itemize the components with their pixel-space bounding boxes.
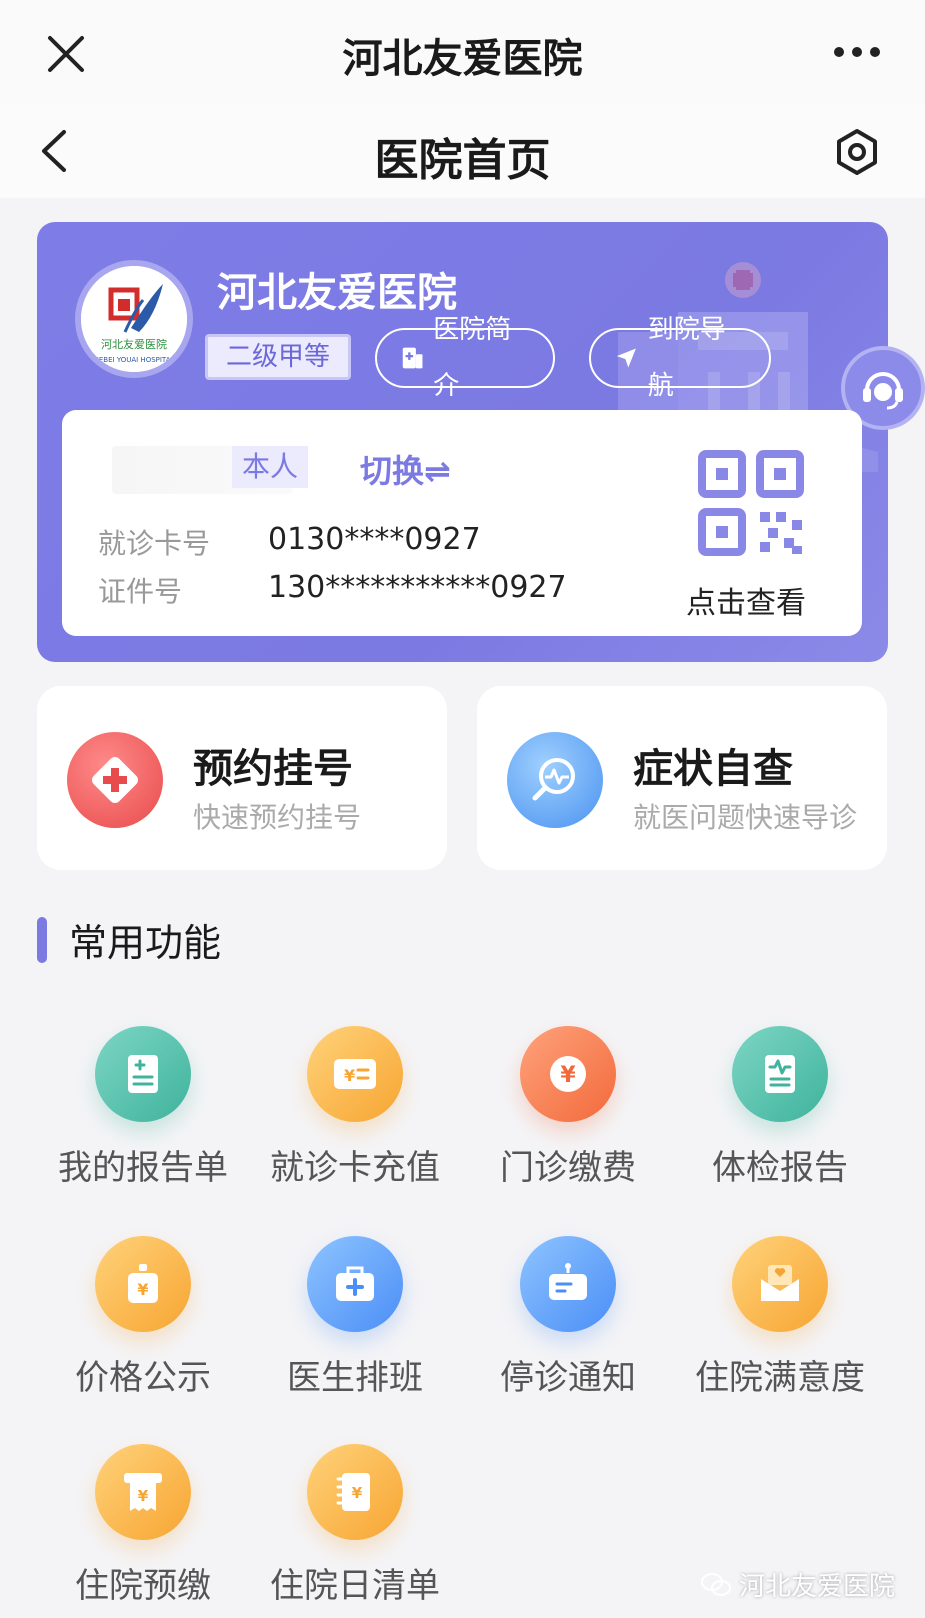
yuan-icon: ¥ [520, 1026, 616, 1122]
symptom-check-tile[interactable]: 症状自查 就医问题快速导诊 [477, 686, 887, 870]
page-navbar: 医院首页 [0, 104, 925, 198]
function-item[interactable]: 住院满意度 [674, 1236, 886, 1399]
card-number-label: 就诊卡号 [98, 527, 211, 560]
function-item[interactable]: 停诊通知 [462, 1236, 674, 1399]
hospital-intro-button[interactable]: 医院简介 [375, 315, 555, 401]
function-item[interactable]: ¥ 住院预缴 [37, 1444, 249, 1607]
qr-code-icon[interactable] [698, 450, 808, 560]
svg-text:¥: ¥ [560, 1063, 576, 1088]
self-tag: 本人 [232, 446, 309, 488]
navigation-arrow-icon [616, 348, 636, 368]
function-label: 住院日清单 [270, 1566, 440, 1606]
function-item[interactable]: 医生排班 [249, 1236, 461, 1399]
settings-hex-icon[interactable] [833, 128, 881, 176]
svg-text:¥: ¥ [138, 1487, 149, 1505]
symptom-check-subtitle: 就医问题快速导诊 [633, 801, 858, 834]
function-item[interactable]: 我的报告单 [37, 1026, 249, 1189]
page-title: 医院首页 [374, 135, 551, 186]
report-icon [95, 1026, 191, 1122]
window-titlebar: 河北友爱医院 [0, 0, 925, 104]
function-item[interactable]: ¥ 就诊卡充值 [249, 1026, 461, 1189]
function-label: 住院满意度 [695, 1358, 865, 1398]
function-label: 医生排班 [287, 1358, 423, 1398]
hospital-name: 河北友爱医院 [217, 270, 457, 316]
price-bag-icon: ¥ [95, 1236, 191, 1332]
satisfaction-icon [732, 1236, 828, 1332]
svg-text:HEBEI YOUAI HOSPITAL: HEBEI YOUAI HOSPITAL [94, 356, 175, 364]
appointment-title: 预约挂号 [193, 746, 353, 792]
id-number-label: 证件号 [98, 575, 183, 608]
function-item[interactable]: ¥ 住院日清单 [249, 1444, 461, 1607]
window-title: 河北友爱医院 [342, 36, 583, 82]
function-label: 门诊缴费 [500, 1148, 636, 1188]
function-label: 停诊通知 [500, 1358, 636, 1398]
function-label: 体检报告 [712, 1148, 848, 1188]
appointment-subtitle: 快速预约挂号 [193, 801, 362, 834]
building-icon [402, 347, 423, 369]
function-item[interactable]: ¥ 门诊缴费 [462, 1026, 674, 1189]
svg-text:¥: ¥ [352, 1484, 363, 1502]
more-icon[interactable] [833, 40, 881, 64]
card-number-row: 就诊卡号 0130****0927 [98, 522, 481, 562]
wechat-watermark: 河北友爱医院 [700, 1566, 895, 1603]
appointment-tile[interactable]: 预约挂号 快速预约挂号 [37, 686, 447, 870]
search-pulse-icon [507, 732, 603, 828]
patient-card[interactable]: 本人 切换⇌ 就诊卡号 0130****0927 证件号 130********… [62, 410, 862, 636]
checkup-report-icon [732, 1026, 828, 1122]
card-recharge-icon: ¥ [307, 1026, 403, 1122]
section-heading: 常用功能 [37, 912, 221, 967]
headset-icon [863, 372, 903, 410]
hospital-logo: 河北友爱医院 HEBEI YOUAI HOSPITAL [75, 260, 193, 378]
card-number-value: 0130****0927 [268, 522, 481, 557]
id-number-row: 证件号 130***********0927 [98, 570, 567, 610]
daily-bill-icon: ¥ [307, 1444, 403, 1540]
function-label: 住院预缴 [75, 1566, 211, 1606]
switch-patient-button[interactable]: 切换⇌ [360, 446, 451, 492]
watermark-text: 河北友爱医院 [738, 1572, 895, 1602]
doctor-bag-icon [307, 1236, 403, 1332]
function-label: 我的报告单 [58, 1148, 228, 1188]
section-accent-bar [37, 916, 47, 963]
function-item[interactable]: ¥ 价格公示 [37, 1236, 249, 1399]
function-label: 就诊卡充值 [270, 1148, 440, 1188]
section-title: 常用功能 [69, 921, 222, 965]
notice-icon [520, 1236, 616, 1332]
svg-text:河北友爱医院: 河北友爱医院 [101, 337, 167, 351]
symptom-check-title: 症状自查 [633, 746, 793, 792]
hospital-navigation-label: 到院导航 [647, 315, 726, 401]
function-label: 价格公示 [75, 1358, 211, 1398]
wechat-icon [700, 1572, 731, 1596]
hospital-level-badge: 二级甲等 [205, 334, 352, 380]
hospital-intro-label: 医院简介 [433, 315, 512, 401]
qr-view-label[interactable]: 点击查看 [686, 578, 806, 622]
id-number-value: 130***********0927 [268, 570, 567, 605]
svg-text:¥: ¥ [137, 1280, 148, 1299]
hospital-navigation-button[interactable]: 到院导航 [589, 315, 771, 401]
function-item[interactable]: 体检报告 [674, 1026, 886, 1189]
medical-cross-icon [67, 732, 163, 828]
prepay-icon: ¥ [95, 1444, 191, 1540]
svg-text:¥: ¥ [344, 1066, 355, 1085]
